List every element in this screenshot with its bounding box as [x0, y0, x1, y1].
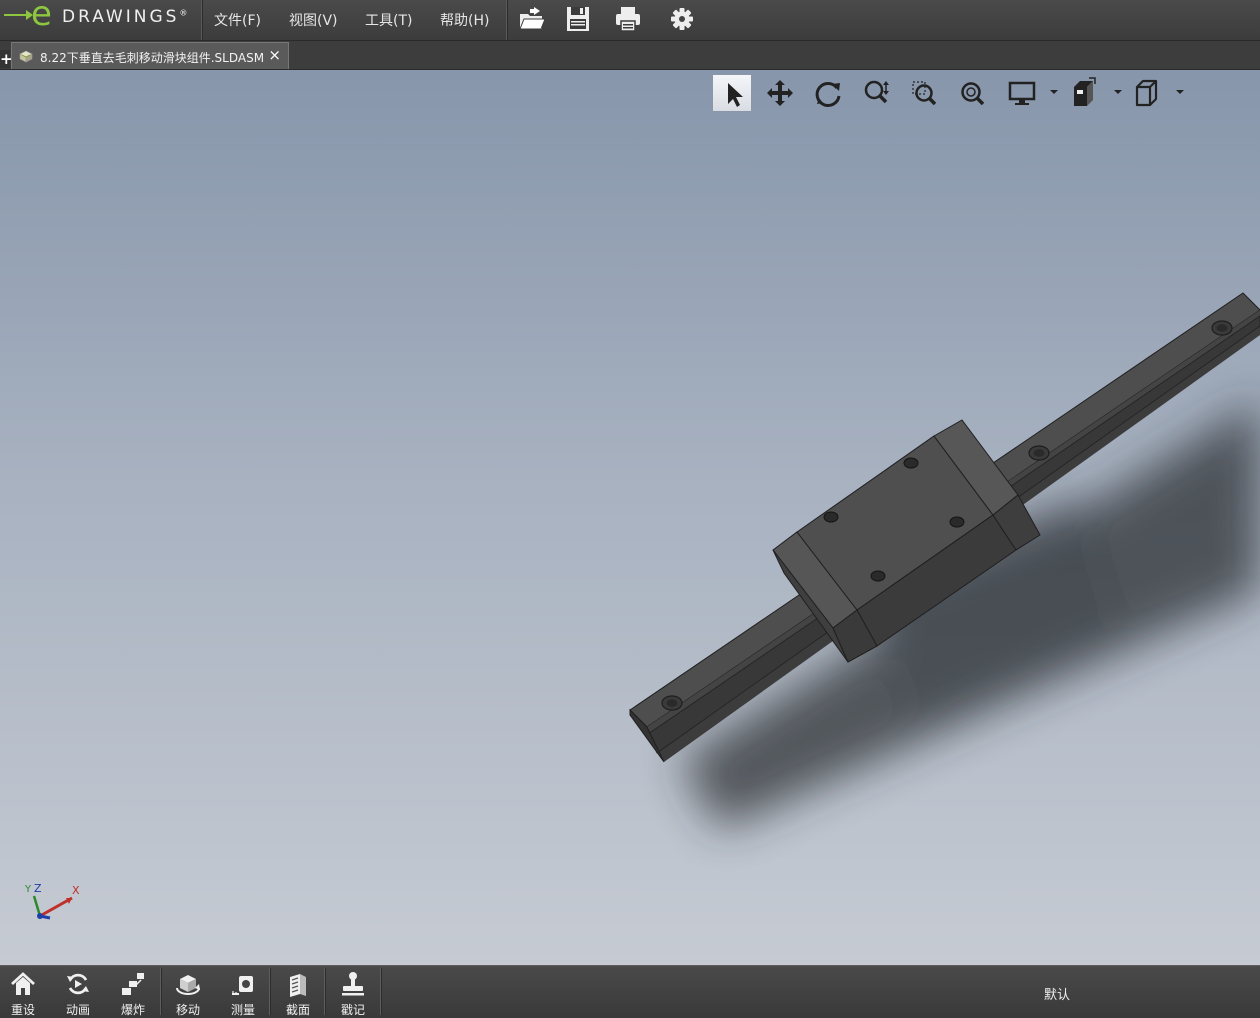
explode-icon [122, 973, 144, 995]
print-icon[interactable] [613, 5, 643, 33]
document-title: 8.22下垂直去毛刺移动滑块组件.SLDASM [40, 51, 265, 65]
home-reset-icon [11, 972, 35, 995]
new-tab-button[interactable]: + [0, 50, 13, 68]
open-folder-icon[interactable] [517, 5, 547, 33]
configuration-label[interactable]: 默认 [1044, 984, 1070, 1003]
menu-separator [201, 0, 202, 40]
zoom-to-fit-icon [961, 82, 985, 106]
zoom-fit-button[interactable] [952, 74, 992, 112]
logo-e-mark: e [31, 0, 52, 34]
logo-word: DRAWINGS [62, 7, 180, 27]
reset-label: 重设 [10, 1003, 35, 1017]
toolbar-separator [380, 968, 381, 1015]
menu-file[interactable]: 文件(F) [214, 10, 261, 30]
menu-help[interactable]: 帮助(H) [440, 10, 489, 30]
document-tab-bar: + 8.22下垂直去毛刺移动滑块组件.SLDASM × [0, 41, 1260, 70]
section-label: 截面 [285, 1003, 310, 1017]
settings-gear-icon[interactable] [667, 5, 697, 33]
menu-separator [506, 0, 507, 40]
view-orientation-cube-icon [1135, 79, 1158, 107]
measure-icon [232, 976, 253, 995]
view-orientation-dropdown-caret[interactable] [1176, 90, 1184, 94]
move-component-icon [176, 975, 200, 995]
display-monitor-icon [1008, 81, 1036, 105]
section-views-button[interactable] [1065, 74, 1105, 112]
toolbar-separator [269, 968, 270, 1015]
edrawings-logo: e DRAWINGS® [0, 0, 200, 40]
menu-tools[interactable]: 工具(T) [365, 10, 412, 30]
animate-icon [67, 973, 89, 995]
section-views-dropdown-caret[interactable] [1114, 90, 1122, 94]
3d-viewport[interactable]: X Y Z [0, 70, 1260, 965]
zoom-tool-button[interactable] [856, 74, 896, 112]
coordinate-triad: X Y Z [24, 882, 80, 920]
bottom-toolbar: 重设 动画 爆炸 移动 测量 截面 戳记 默认 [0, 965, 1260, 1017]
rotate-tool-button[interactable] [808, 74, 848, 112]
pan-move-icon [767, 80, 793, 106]
close-tab-icon[interactable]: × [268, 46, 281, 64]
menu-bar: e DRAWINGS® 文件(F) 视图(V) 工具(T) 帮助(H) [0, 0, 1260, 41]
explode-label: 爆炸 [120, 1003, 145, 1017]
save-icon[interactable] [563, 5, 593, 33]
measure-label: 测量 [230, 1003, 255, 1017]
linear-rail-model[interactable] [0, 70, 1260, 965]
select-tool-button[interactable] [712, 74, 752, 112]
zoom-area-button[interactable] [904, 74, 944, 112]
display-style-button[interactable] [1002, 74, 1042, 112]
stamp-icon [342, 972, 364, 996]
select-arrow-icon [728, 83, 743, 107]
view-orientation-button[interactable] [1128, 74, 1168, 112]
section-button[interactable]: 截面 [271, 966, 325, 1017]
explode-button[interactable]: 爆炸 [106, 966, 160, 1017]
move-label: 移动 [175, 1003, 200, 1017]
zoom-in-out-icon [864, 80, 889, 104]
animate-label: 动画 [65, 1003, 90, 1017]
logo-wordmark: DRAWINGS® [62, 7, 187, 27]
zoom-to-area-icon [912, 81, 937, 106]
triad-z-label: Z [34, 882, 42, 895]
document-tab[interactable]: 8.22下垂直去毛刺移动滑块组件.SLDASM × [11, 42, 289, 69]
toolbar-separator [324, 968, 325, 1015]
triad-x-label: X [72, 884, 80, 897]
stamp-label: 戳记 [340, 1003, 365, 1017]
display-style-dropdown-caret[interactable] [1050, 90, 1058, 94]
section-icon [290, 974, 306, 997]
section-views-icon [1074, 77, 1096, 106]
pan-tool-button[interactable] [760, 74, 800, 112]
rotate-icon [815, 81, 841, 107]
logo-registered-mark: ® [179, 8, 188, 18]
stamp-button[interactable]: 戳记 [326, 966, 380, 1017]
animate-button[interactable]: 动画 [51, 966, 105, 1017]
triad-y-label: Y [24, 884, 32, 895]
reset-button[interactable]: 重设 [0, 966, 50, 1017]
measure-button[interactable]: 测量 [216, 966, 270, 1017]
menu-view[interactable]: 视图(V) [289, 10, 338, 30]
assembly-icon [19, 50, 33, 63]
move-component-button[interactable]: 移动 [161, 966, 215, 1017]
